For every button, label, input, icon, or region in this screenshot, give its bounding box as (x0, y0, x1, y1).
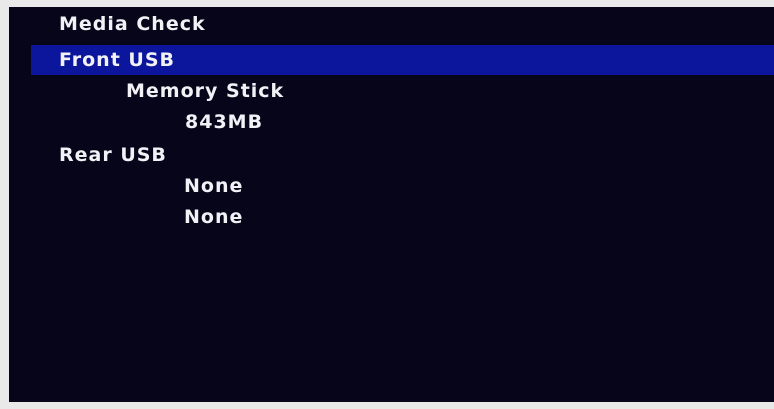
front-usb-device-size: 843MB (185, 111, 264, 133)
menu-item-front-usb[interactable]: Front USB (59, 48, 175, 72)
rear-usb-slot-1-status: None (184, 175, 244, 197)
osd-screen: Media Check Front USB Memory Stick 843MB… (9, 7, 774, 402)
monitor-frame: Media Check Front USB Memory Stick 843MB… (0, 0, 774, 409)
front-usb-device-name: Memory Stick (126, 80, 285, 102)
menu-item-rear-usb[interactable]: Rear USB (59, 143, 167, 167)
page-title: Media Check (59, 13, 206, 35)
rear-usb-slot-2-status: None (184, 206, 244, 228)
